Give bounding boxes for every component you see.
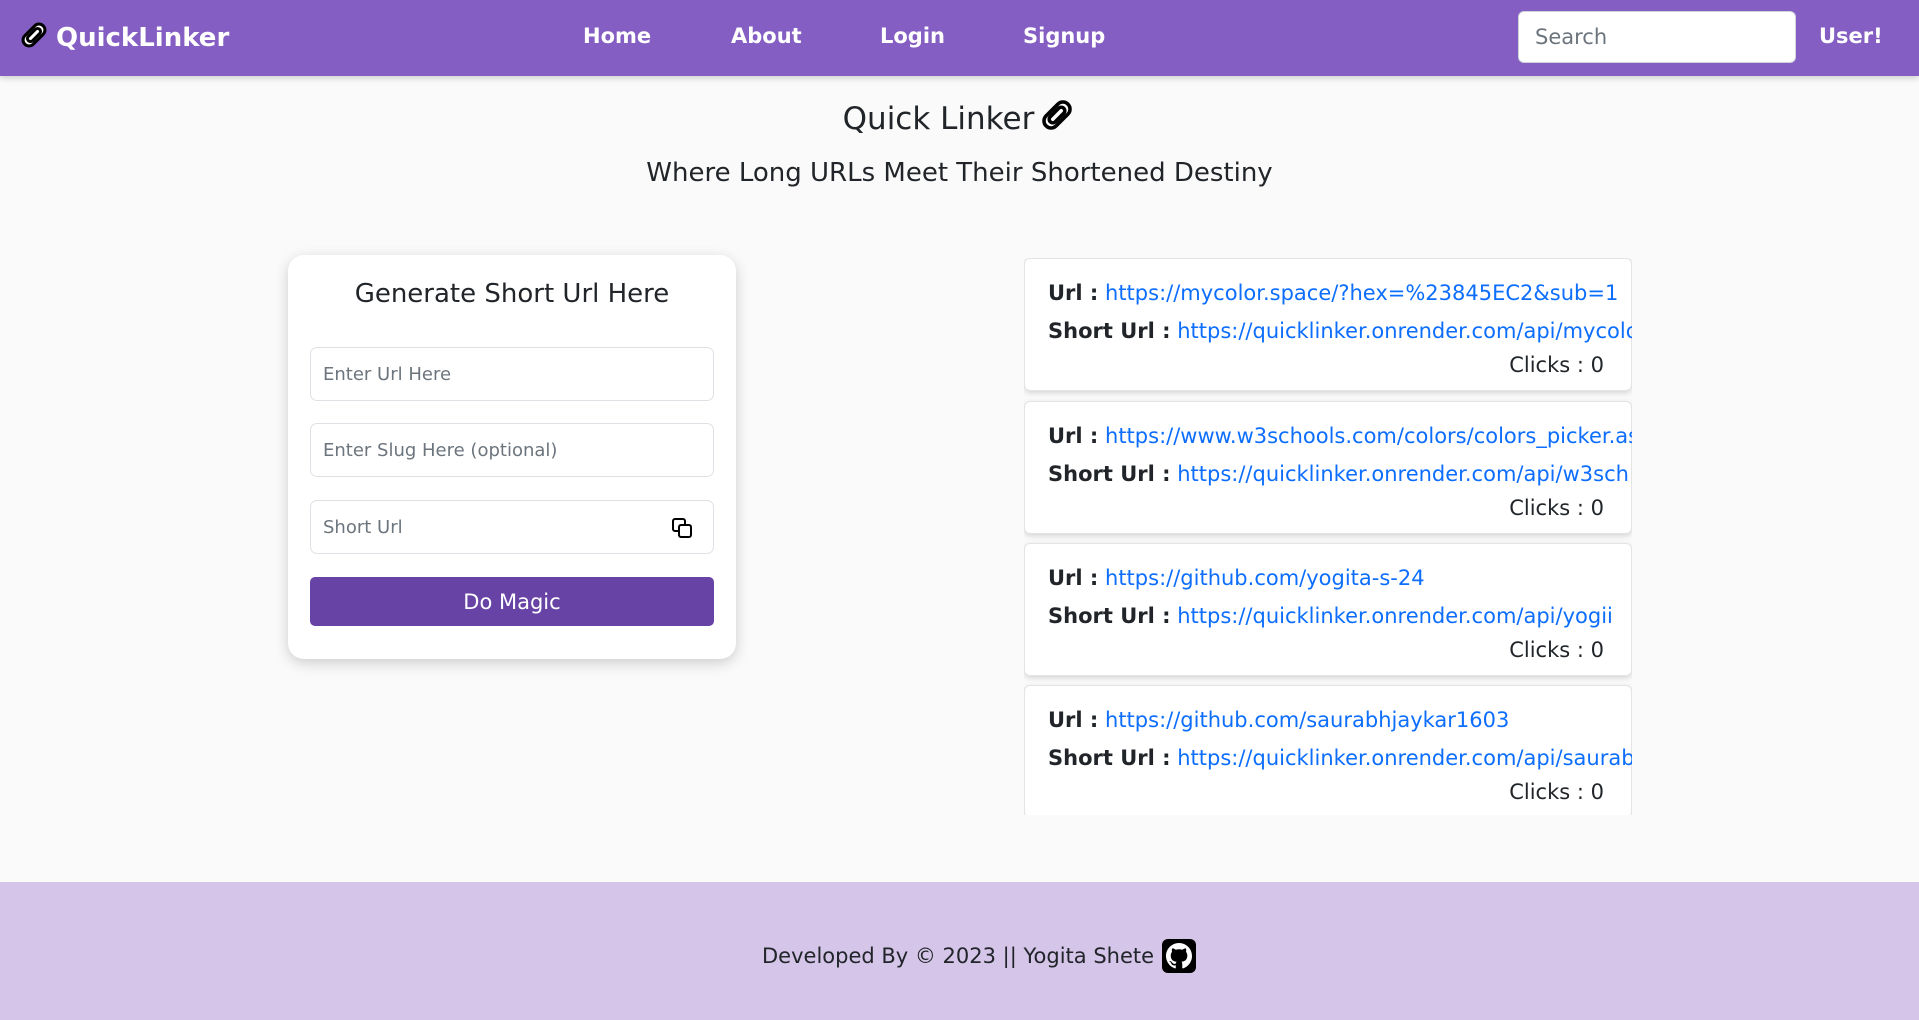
short-url-row: Short Url : https://quicklinker.onrender… [1048, 746, 1632, 770]
paperclip-icon [1038, 96, 1076, 142]
short-url-row: Short Url : https://quicklinker.onrender… [1048, 462, 1629, 486]
clicks-count: Clicks : 0 [1509, 496, 1604, 520]
short-url-row: Short Url : https://quicklinker.onrender… [1048, 604, 1613, 628]
short-url-label: Short Url : [1048, 462, 1171, 486]
slug-input[interactable] [310, 423, 714, 477]
footer: Developed By © 2023 || Yogita Shete [0, 882, 1919, 1020]
page-title: Quick Linker [0, 96, 1919, 142]
short-url-link[interactable]: https://quicklinker.onrender.com/api/sau… [1177, 746, 1632, 770]
clicks-count: Clicks : 0 [1509, 638, 1604, 662]
url-card: Url : https://www.w3schools.com/colors/c… [1024, 401, 1632, 534]
nav-about[interactable]: About [731, 24, 802, 48]
original-url-link[interactable]: https://mycolor.space/?hex=%23845EC2&sub… [1105, 281, 1618, 305]
user-link[interactable]: User! [1819, 24, 1883, 48]
short-url-output[interactable] [310, 500, 714, 554]
short-url-link[interactable]: https://quicklinker.onrender.com/api/myc… [1177, 319, 1632, 343]
paperclip-icon [18, 19, 50, 58]
search-input[interactable] [1518, 11, 1796, 63]
short-url-link[interactable]: https://quicklinker.onrender.com/api/yog… [1177, 604, 1613, 628]
url-card: Url : https://github.com/yogita-s-24 Sho… [1024, 543, 1632, 676]
url-row: Url : https://www.w3schools.com/colors/c… [1048, 424, 1632, 448]
url-input[interactable] [310, 347, 714, 401]
original-url-link[interactable]: https://github.com/saurabhjaykar1603 [1105, 708, 1509, 732]
short-url-label: Short Url : [1048, 319, 1171, 343]
url-card: Url : https://mycolor.space/?hex=%23845E… [1024, 258, 1632, 391]
brand-name: QuickLinker [56, 23, 230, 53]
footer-credit: Developed By © 2023 || Yogita Shete [762, 939, 1197, 973]
navbar: QuickLinker Home About Login Signup User… [0, 0, 1919, 76]
url-label: Url : [1048, 708, 1099, 732]
short-url-label: Short Url : [1048, 746, 1171, 770]
clicks-count: Clicks : 0 [1509, 780, 1604, 804]
nav-signup[interactable]: Signup [1023, 24, 1105, 48]
github-icon[interactable] [1162, 939, 1197, 973]
shorten-form-card: Generate Short Url Here Do Magic [288, 255, 736, 659]
url-list: Url : https://mycolor.space/?hex=%23845E… [1024, 258, 1632, 815]
do-magic-button[interactable]: Do Magic [310, 577, 714, 626]
url-label: Url : [1048, 566, 1099, 590]
copy-icon[interactable] [670, 516, 694, 540]
short-url-label: Short Url : [1048, 604, 1171, 628]
url-row: Url : https://mycolor.space/?hex=%23845E… [1048, 281, 1618, 305]
clicks-count: Clicks : 0 [1509, 353, 1604, 377]
page-subtitle: Where Long URLs Meet Their Shortened Des… [646, 158, 1273, 188]
footer-text: Developed By © 2023 || Yogita Shete [762, 944, 1155, 968]
original-url-link[interactable]: https://www.w3schools.com/colors/colors_… [1105, 424, 1632, 448]
original-url-link[interactable]: https://github.com/yogita-s-24 [1105, 566, 1425, 590]
page-title-text: Quick Linker [842, 101, 1035, 137]
nav-login[interactable]: Login [880, 24, 945, 48]
url-card: Url : https://github.com/saurabhjaykar16… [1024, 685, 1632, 815]
form-title: Generate Short Url Here [354, 279, 670, 309]
url-label: Url : [1048, 281, 1099, 305]
url-label: Url : [1048, 424, 1099, 448]
url-row: Url : https://github.com/yogita-s-24 [1048, 566, 1425, 590]
brand-link[interactable]: QuickLinker [18, 20, 229, 56]
nav-home[interactable]: Home [583, 24, 651, 48]
url-row: Url : https://github.com/saurabhjaykar16… [1048, 708, 1509, 732]
short-url-row: Short Url : https://quicklinker.onrender… [1048, 319, 1632, 343]
short-url-link[interactable]: https://quicklinker.onrender.com/api/w3s… [1177, 462, 1629, 486]
